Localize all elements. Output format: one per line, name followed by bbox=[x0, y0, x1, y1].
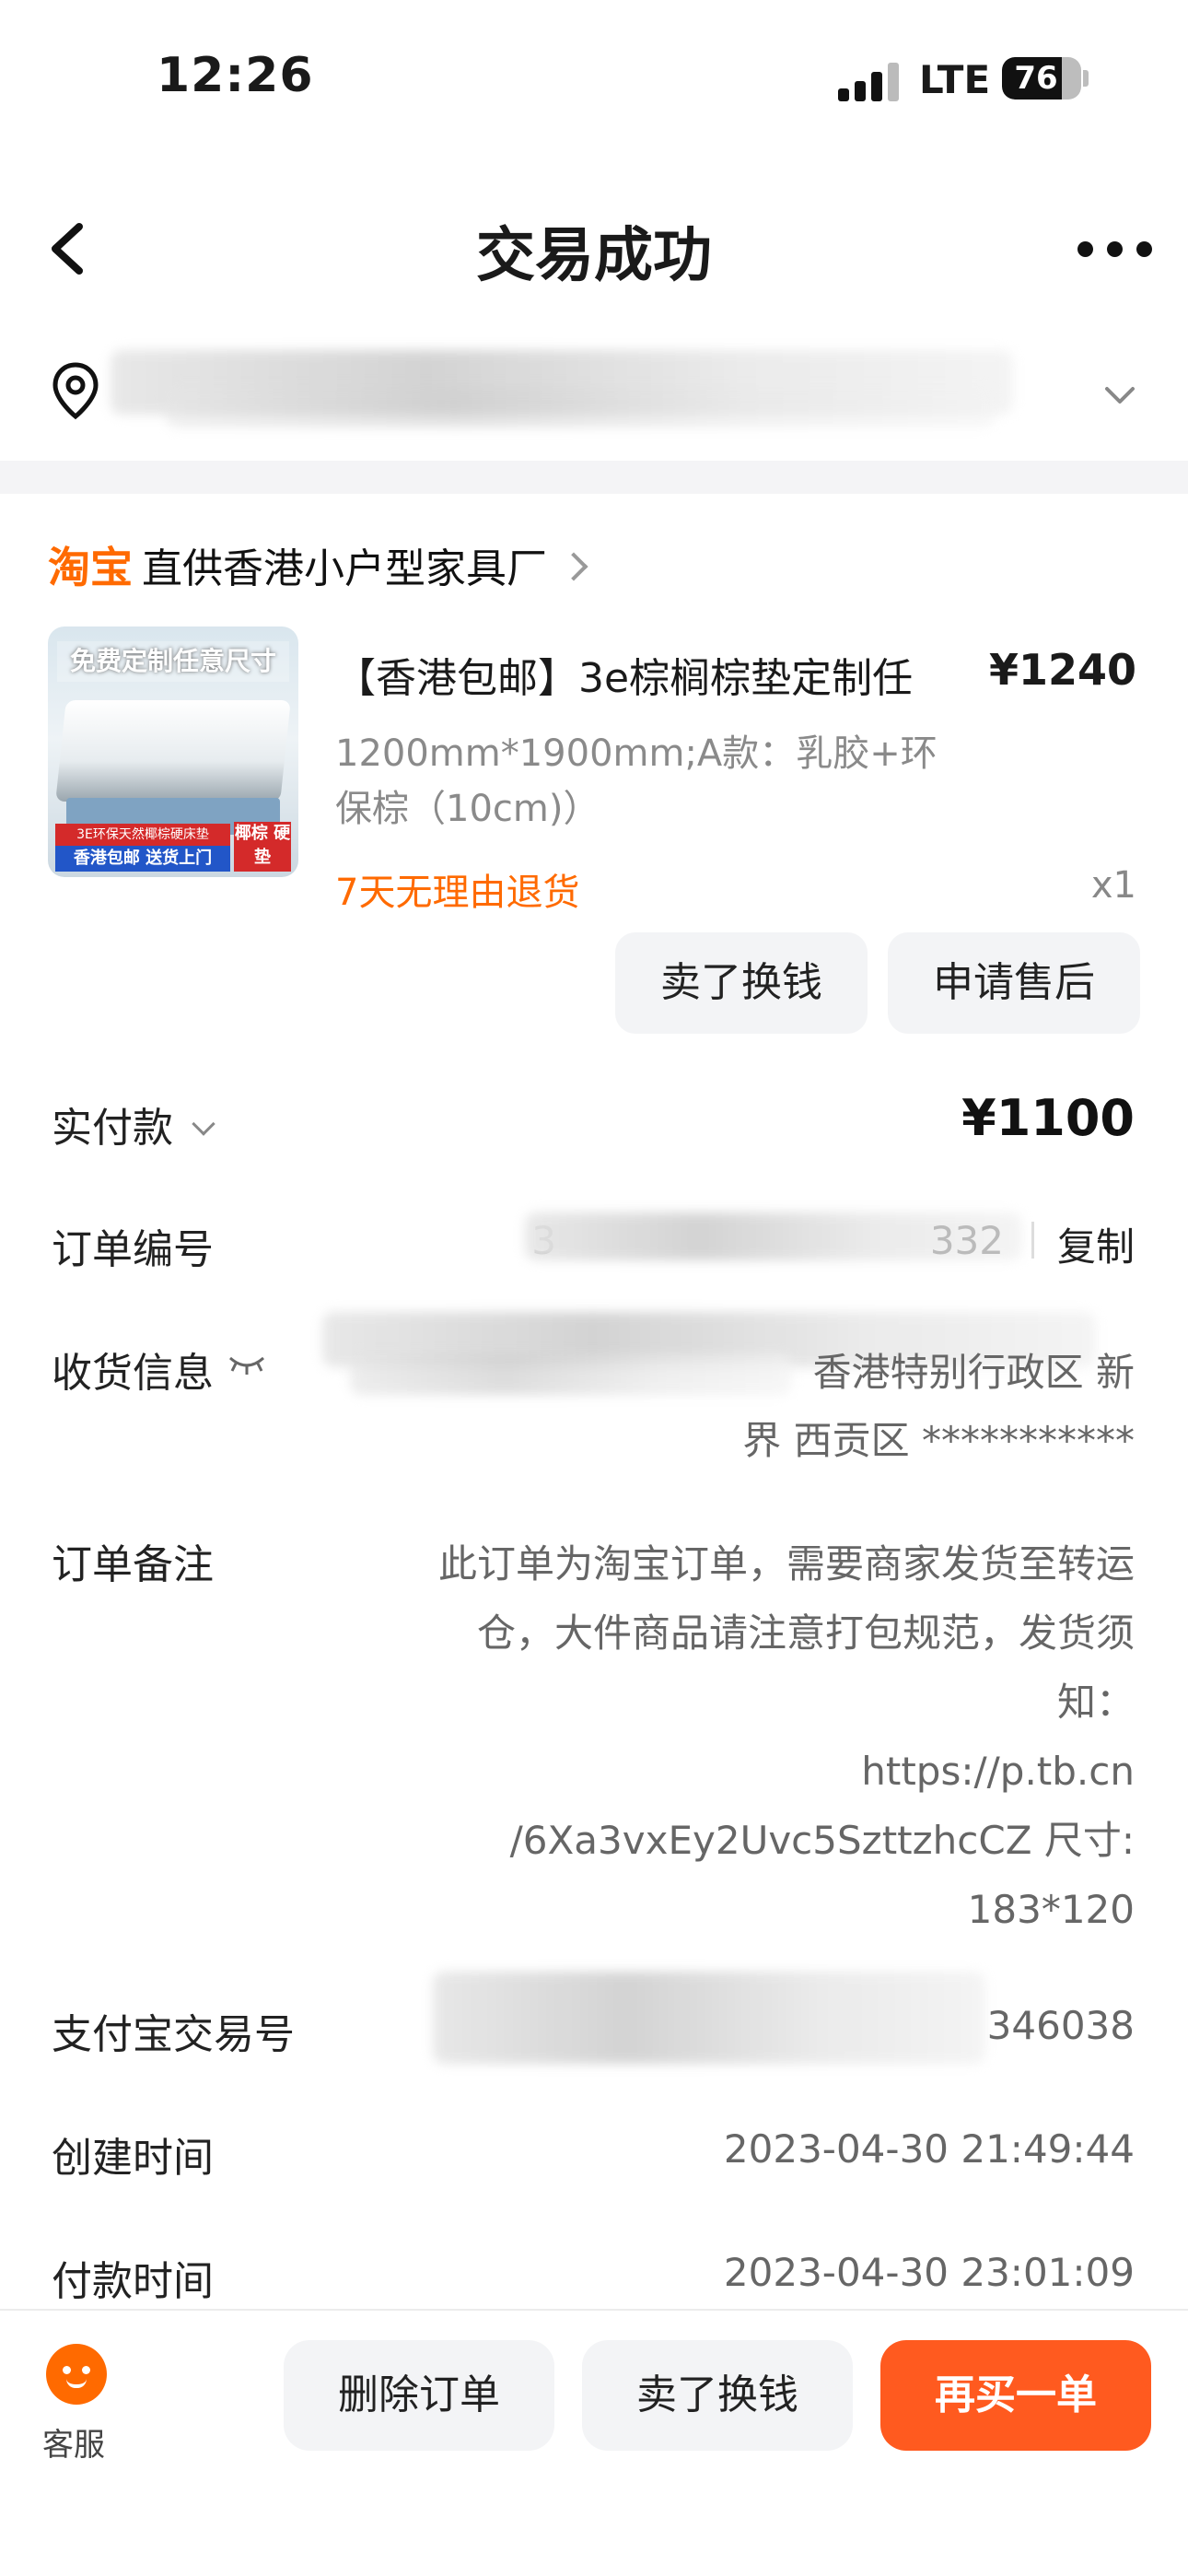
chevron-down-icon bbox=[1105, 387, 1135, 404]
status-time: 12:26 bbox=[157, 48, 314, 103]
taobao-logo: 淘宝 bbox=[48, 543, 133, 592]
product-spec-line: 1200mm*1900mm;A款：乳胶+环 bbox=[335, 732, 938, 775]
paid-amount-row[interactable]: 实付款 bbox=[52, 1095, 215, 1153]
customer-service-button[interactable]: 客服 bbox=[37, 2344, 120, 2464]
chevron-down-icon bbox=[192, 1112, 215, 1136]
customer-service-icon bbox=[46, 2344, 107, 2405]
page-title: 交易成功 bbox=[476, 222, 712, 290]
paid-label: 实付款 bbox=[52, 1105, 173, 1152]
shop-name: 直供香港小户型家具厂 bbox=[142, 545, 547, 592]
network-type: LTE bbox=[919, 57, 991, 102]
order-no-tail: 332 bbox=[929, 1218, 1004, 1263]
redacted-address-2 bbox=[166, 387, 995, 427]
mattress-graphic bbox=[55, 700, 291, 802]
created-time: 2023-04-30 21:49:44 bbox=[723, 2126, 1135, 2172]
copy-divider bbox=[1031, 1222, 1034, 1259]
status-bar: 12:26 LTE 76 bbox=[0, 0, 1188, 157]
redacted-alipay-no bbox=[433, 1972, 985, 2064]
chevron-right-icon bbox=[559, 552, 588, 581]
location-pin-icon bbox=[52, 362, 99, 420]
remark-line: 183*120 bbox=[967, 1887, 1135, 1932]
remark-line: 仓，大件商品请注意打包规范，发货须 bbox=[476, 1610, 1135, 1656]
alipay-no-tail: 346038 bbox=[986, 2003, 1135, 2048]
after-sales-button[interactable]: 申请售后 bbox=[888, 932, 1140, 1034]
remark-text: 此订单为淘宝订单，需要商家发货至转运 仓，大件商品请注意打包规范，发货须 知： … bbox=[324, 1529, 1135, 1944]
return-policy: 7天无理由退货 bbox=[335, 872, 580, 914]
bottom-action-bar: 客服 删除订单 卖了换钱 再买一单 bbox=[0, 2309, 1188, 2576]
battery-icon: 76 bbox=[1002, 57, 1081, 100]
battery-level: 76 bbox=[1014, 60, 1058, 97]
remark-link: https://p.tb.cn bbox=[861, 1749, 1135, 1794]
thumb-strip: 3E环保天然椰棕硬床垫 bbox=[55, 824, 230, 846]
sell-for-cash-button[interactable]: 卖了换钱 bbox=[582, 2340, 853, 2451]
battery-cap bbox=[1083, 70, 1089, 87]
shipping-label: 收货信息 bbox=[52, 1350, 214, 1397]
sell-button[interactable]: 卖了换钱 bbox=[615, 932, 868, 1034]
nav-header: 交易成功 bbox=[0, 184, 1188, 313]
remark-line: 知： bbox=[1056, 1680, 1135, 1725]
created-label: 创建时间 bbox=[52, 2135, 214, 2182]
order-detail-page: 12:26 LTE 76 交易成功 淘宝 直供香港小户型家具厂 免费定制任意尺寸… bbox=[0, 0, 1188, 2576]
section-separator bbox=[0, 461, 1188, 494]
order-no-label: 订单编号 bbox=[52, 1226, 214, 1273]
thumb-banner: 免费定制任意尺寸 bbox=[57, 641, 289, 682]
copy-button[interactable]: 复制 bbox=[1057, 1216, 1135, 1272]
product-title[interactable]: 【香港包邮】3e棕榈棕垫定制任 bbox=[335, 645, 989, 704]
address-row[interactable] bbox=[0, 332, 1188, 451]
product-thumbnail[interactable]: 免费定制任意尺寸 3E环保天然椰棕硬床垫 香港包邮 送货上门 椰棕 硬垫 bbox=[48, 626, 298, 877]
remark-label: 订单备注 bbox=[52, 1541, 214, 1588]
eye-closed-icon[interactable] bbox=[227, 1351, 267, 1378]
shipping-district: 界 西贡区 *********** bbox=[742, 1418, 1135, 1463]
remark-line: /6Xa3vxEy2Uvc5SzttzhcCZ 尺寸: bbox=[509, 1818, 1135, 1863]
thumb-strip-2: 香港包邮 送货上门 bbox=[55, 846, 230, 872]
paid-time-label: 付款时间 bbox=[52, 2258, 214, 2305]
delete-order-button[interactable]: 删除订单 bbox=[284, 2340, 554, 2451]
shipping-region: 香港特别行政区 新 bbox=[812, 1350, 1135, 1395]
paid-time: 2023-04-30 23:01:09 bbox=[723, 2250, 1135, 2295]
alipay-label: 支付宝交易号 bbox=[52, 2011, 295, 2058]
signal-icon bbox=[838, 61, 899, 101]
more-button[interactable] bbox=[1068, 230, 1160, 267]
thumb-tag: 椰棕 硬垫 bbox=[234, 822, 291, 872]
remark-line: 此订单为淘宝订单，需要商家发货至转运 bbox=[437, 1541, 1135, 1587]
product-price: ¥1240 bbox=[988, 645, 1136, 695]
buy-again-button[interactable]: 再买一单 bbox=[880, 2340, 1151, 2451]
paid-amount: ¥1100 bbox=[961, 1089, 1135, 1147]
product-spec: 1200mm*1900mm;A款：乳胶+环 保棕（10cm)） bbox=[335, 726, 980, 837]
more-dots-icon bbox=[1077, 241, 1093, 257]
product-quantity: x1 bbox=[1090, 864, 1136, 907]
shop-row[interactable]: 淘宝 直供香港小户型家具厂 bbox=[48, 534, 588, 592]
product-spec-line: 保棕（10cm)） bbox=[335, 788, 600, 830]
redacted-phone bbox=[350, 1354, 792, 1395]
customer-service-label: 客服 bbox=[42, 2427, 105, 2464]
